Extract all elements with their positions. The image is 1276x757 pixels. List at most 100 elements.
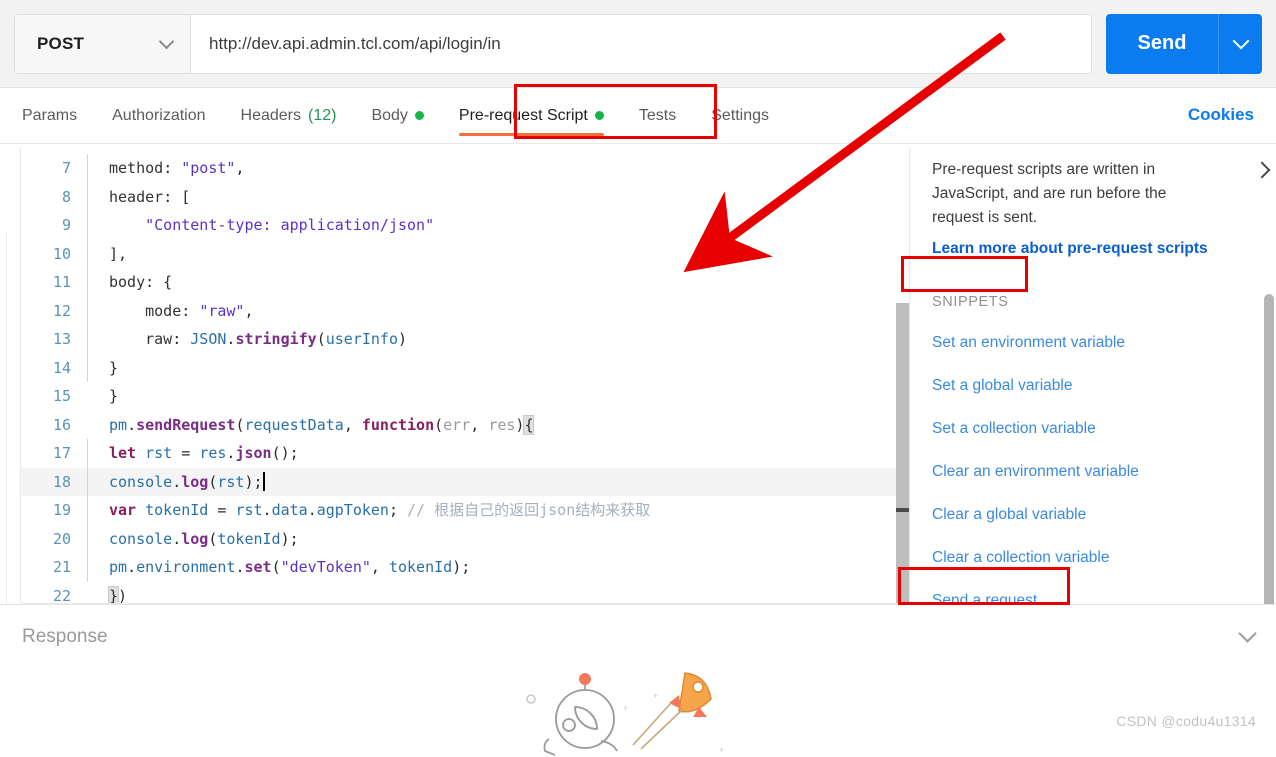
send-options-button[interactable] <box>1218 13 1262 74</box>
sidebar-intro-text: Pre-request scripts are written in JavaS… <box>932 161 1167 226</box>
code-text: console.log(rst); <box>109 472 263 491</box>
snippet-set-an-environment-variable[interactable]: Set an environment variable <box>932 321 1252 364</box>
tab-label: Settings <box>711 106 770 124</box>
code-line[interactable]: 11 body: { <box>21 268 909 297</box>
code-line[interactable]: 22}) <box>21 582 909 604</box>
indent-guide <box>87 553 109 582</box>
snippet-clear-a-global-variable[interactable]: Clear a global variable <box>932 493 1252 536</box>
tab-settings[interactable]: Settings <box>711 88 769 143</box>
snippet-set-a-global-variable[interactable]: Set a global variable <box>932 364 1252 407</box>
code-line[interactable]: 9 "Content-type: application/json" <box>21 211 909 240</box>
code-line[interactable]: 17 let rst = res.json(); <box>21 439 909 468</box>
csdn-watermark: CSDN @codu4u1314 <box>1116 713 1256 729</box>
snippet-clear-a-collection-variable[interactable]: Clear a collection variable <box>932 536 1252 579</box>
code-text: header: [ <box>109 187 191 206</box>
sidebar-vertical-scrollbar[interactable] <box>1264 294 1274 604</box>
indent-guide <box>87 296 109 325</box>
line-number: 8 <box>61 187 71 206</box>
snippet-send-a-request[interactable]: Send a request <box>932 579 1252 604</box>
pre-request-script-editor[interactable]: 7 method: "post", 8 header: [ 9 "Content-typ… <box>20 148 910 604</box>
code-line[interactable]: 8 header: [ <box>21 182 909 211</box>
code-text: let rst = res.json(); <box>109 444 299 462</box>
code-line[interactable]: 7 method: "post", <box>21 154 909 183</box>
line-number: 10 <box>52 244 71 263</box>
learn-more-link[interactable]: Learn more about pre-request scripts <box>932 240 1252 258</box>
response-pane: Response + + + CSDN @codu4u1314 <box>0 604 1276 756</box>
tab-pre-request-script[interactable]: Pre-request Script <box>458 88 604 143</box>
code-text: var tokenId = rst.data.agpToken; // 根据自己… <box>109 501 651 519</box>
code-text: body: { <box>109 273 173 291</box>
code-line[interactable]: 14} <box>21 353 909 382</box>
snippet-list: Get a collection variable Set an environ… <box>932 305 1252 604</box>
code-line[interactable]: 13 raw: JSON.stringify(userInfo) <box>21 325 909 354</box>
line-number: 18 <box>52 472 71 491</box>
svg-text:+: + <box>623 703 628 713</box>
line-number: 19 <box>52 501 71 519</box>
text-cursor <box>262 472 265 492</box>
line-number: 21 <box>52 558 71 576</box>
code-text: raw: JSON.stringify(userInfo) <box>145 330 408 348</box>
send-button[interactable]: Send <box>1106 13 1218 74</box>
cookies-link[interactable]: Cookies <box>1188 105 1254 127</box>
line-number: 11 <box>52 273 71 291</box>
code-text: mode: "raw", <box>145 301 254 320</box>
code-line[interactable]: 16 pm.sendRequest(requestData, function(e… <box>21 411 909 440</box>
editor-vertical-scrollbar[interactable] <box>896 303 909 603</box>
line-number: 22 <box>52 586 71 604</box>
http-method-select[interactable]: POST <box>15 14 191 73</box>
code-line[interactable]: 12 mode: "raw", <box>21 296 909 325</box>
code-line[interactable]: 15} <box>21 382 909 411</box>
chevron-down-icon <box>158 33 175 49</box>
line-number: 13 <box>52 330 71 348</box>
indent-guide <box>87 439 109 468</box>
code-line[interactable]: 10], <box>21 239 909 268</box>
line-number: 12 <box>52 301 71 320</box>
code-line[interactable]: 19 var tokenId = rst.data.agpToken; // 根据… <box>21 496 909 525</box>
tab-authorization[interactable]: Authorization <box>112 88 205 143</box>
request-url-input[interactable]: http://dev.api.admin.tcl.com/api/login/i… <box>191 14 1091 73</box>
svg-text:+: + <box>653 691 658 701</box>
indent-guide <box>87 496 109 525</box>
code-text: "Content-type: application/json" <box>145 216 435 234</box>
status-dot-icon <box>414 111 424 120</box>
chevron-down-icon[interactable] <box>1238 624 1257 643</box>
code-text: pm.sendRequest(requestData, function(err… <box>109 414 535 435</box>
request-tabs: Params Authorization Headers (12) Body P… <box>0 88 1276 144</box>
indent-guide <box>87 325 109 354</box>
code-text: ], <box>109 244 128 263</box>
response-header[interactable]: Response <box>0 605 1276 669</box>
url-group: POST http://dev.api.admin.tcl.com/api/lo… <box>14 13 1092 74</box>
main-content: 7 method: "post", 8 header: [ 9 "Content-typ… <box>0 144 1276 604</box>
line-number: 17 <box>52 444 71 462</box>
chevron-right-icon[interactable] <box>1253 161 1271 179</box>
indent-guide <box>87 382 109 411</box>
astronaut-rocket-illustration: + + + <box>526 672 724 756</box>
line-number: 16 <box>52 415 71 434</box>
code-text: console.log(tokenId); <box>109 529 299 548</box>
tab-label: Params <box>22 106 78 124</box>
indent-guide <box>87 211 109 240</box>
indent-guide <box>87 268 109 297</box>
code-text: } <box>109 358 119 377</box>
send-group: Send <box>1106 13 1262 74</box>
tab-label: Authorization <box>112 106 206 124</box>
tab-tests[interactable]: Tests <box>639 88 676 143</box>
code-line[interactable]: 21 pm.environment.set("devToken", tokenId… <box>21 553 909 582</box>
snippet-set-a-collection-variable[interactable]: Set a collection variable <box>932 407 1252 450</box>
scrollbar-marker <box>896 508 909 512</box>
snippet-clear-an-environment-variable[interactable]: Clear an environment variable <box>932 450 1252 493</box>
line-number: 15 <box>52 387 71 405</box>
code-text: method: "post", <box>109 159 245 177</box>
indent-guide <box>87 467 109 496</box>
tab-label: Tests <box>638 106 677 124</box>
snippets-heading: SNIPPETS <box>932 294 1015 310</box>
code-line[interactable]: 18 console.log(rst); <box>21 467 909 496</box>
tab-headers[interactable]: Headers (12) <box>241 88 337 143</box>
tab-params[interactable]: Params <box>22 88 77 143</box>
indent-guide <box>87 353 109 382</box>
code-line[interactable]: 20 console.log(tokenId); <box>21 524 909 553</box>
snippets-sidebar: Pre-request scripts are written in JavaS… <box>910 144 1276 604</box>
code-area[interactable]: 7 method: "post", 8 header: [ 9 "Content-typ… <box>21 148 909 604</box>
indent-guide <box>87 239 109 268</box>
tab-body[interactable]: Body <box>371 88 424 143</box>
